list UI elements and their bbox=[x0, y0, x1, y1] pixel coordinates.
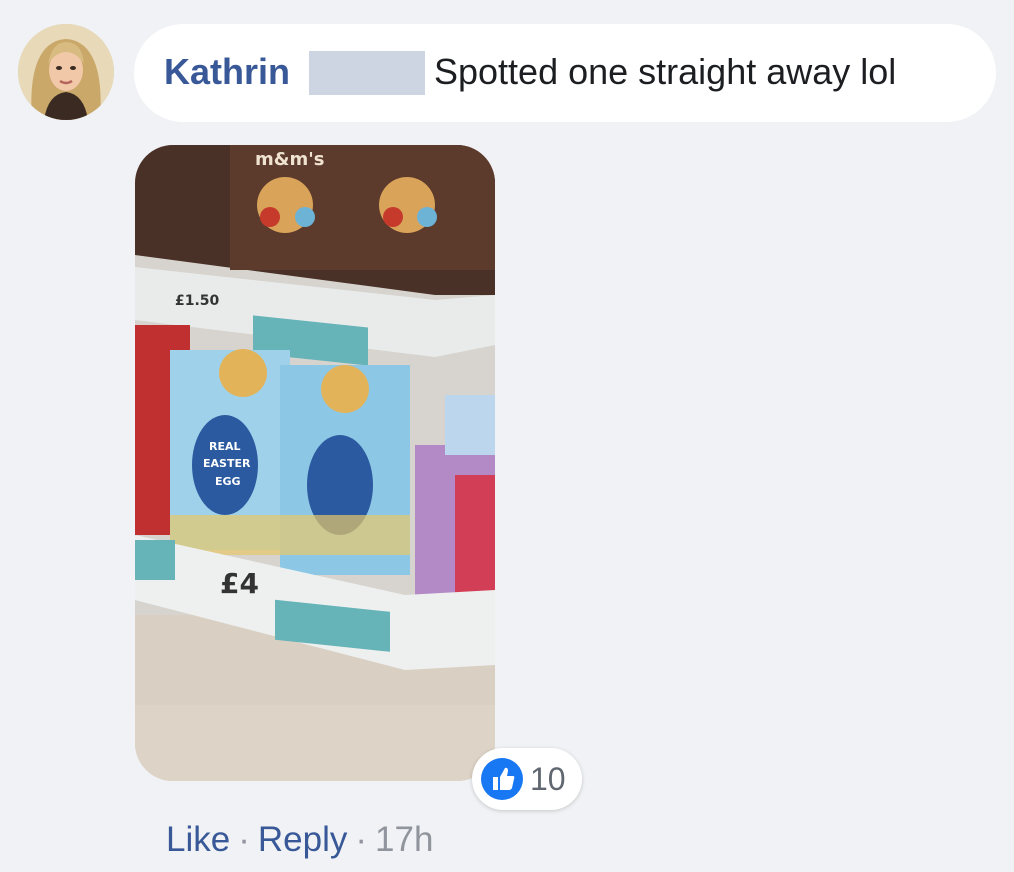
product-text-egg: EGG bbox=[215, 475, 241, 488]
comment-actions: Like · Reply · 17h bbox=[166, 818, 433, 862]
comment-author-name[interactable]: Kathrin bbox=[164, 50, 290, 94]
avatar[interactable] bbox=[18, 24, 114, 120]
redacted-surname bbox=[309, 51, 425, 95]
product-text-real: REAL bbox=[209, 440, 241, 453]
brand-text: m&m's bbox=[255, 149, 324, 170]
product-text-easter: EASTER bbox=[203, 457, 251, 470]
comment-thread: Kathrin Spotted one straight away lol m&… bbox=[0, 0, 1014, 872]
separator-dot: · bbox=[238, 820, 250, 859]
thumbs-up-icon bbox=[481, 758, 523, 800]
comment-bubble: Kathrin Spotted one straight away lol bbox=[134, 24, 996, 122]
avatar-image bbox=[18, 24, 114, 120]
reaction-summary[interactable]: 10 bbox=[472, 748, 582, 810]
like-button[interactable]: Like bbox=[166, 820, 230, 859]
comment-timestamp[interactable]: 17h bbox=[375, 820, 433, 859]
comment-photo[interactable]: m&m's £1.50 REAL EASTER EGG £4 bbox=[135, 145, 495, 781]
photo-image: m&m's £1.50 REAL EASTER EGG £4 bbox=[135, 145, 495, 781]
separator-dot: · bbox=[355, 820, 368, 859]
reaction-count: 10 bbox=[530, 761, 566, 797]
price-label-2: £4 bbox=[220, 567, 259, 600]
comment-text: Spotted one straight away lol bbox=[434, 51, 897, 92]
reply-button[interactable]: Reply bbox=[258, 820, 347, 859]
price-label-1: £1.50 bbox=[175, 293, 220, 309]
